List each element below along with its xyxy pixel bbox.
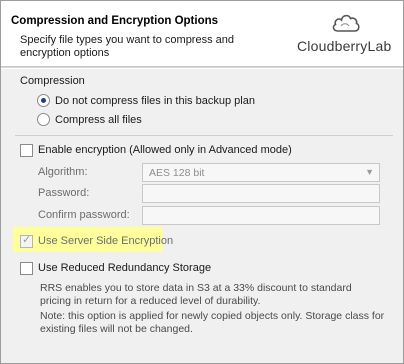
compress-all-radio[interactable] <box>37 113 50 126</box>
dialog-header: Compression and Encryption Options Speci… <box>1 1 403 67</box>
chevron-down-icon: ▼ <box>365 167 374 177</box>
checkmark-icon: ✓ <box>22 234 32 246</box>
enable-encryption-checkbox[interactable] <box>20 144 33 157</box>
algorithm-label: Algorithm: <box>38 166 88 178</box>
compress-all-label[interactable]: Compress all files <box>55 114 142 126</box>
algorithm-value: AES 128 bit <box>149 167 205 179</box>
enable-encryption-label[interactable]: Enable encryption (Allowed only in Advan… <box>38 144 292 156</box>
no-compress-radio[interactable] <box>37 94 50 107</box>
options-panel: Compression Do not compress files in thi… <box>1 69 403 363</box>
password-label: Password: <box>38 187 90 199</box>
compression-encryption-dialog: Compression and Encryption Options Speci… <box>0 0 404 364</box>
rrs-info-text: RRS enables you to store data in S3 at a… <box>40 282 352 307</box>
logo-text: CloudberryLab <box>297 38 392 54</box>
confirm-password-label: Confirm password: <box>38 209 130 221</box>
algorithm-select[interactable]: AES 128 bit ▼ <box>142 163 380 182</box>
password-field[interactable] <box>142 184 380 203</box>
compression-section-label: Compression <box>20 75 85 87</box>
no-compress-label[interactable]: Do not compress files in this backup pla… <box>55 95 255 107</box>
section-separator <box>15 135 393 136</box>
page-description: Specify file types you want to compress … <box>20 34 234 59</box>
rrs-note-text: Note: this option is applied for newly c… <box>40 310 385 335</box>
sse-label[interactable]: Use Server Side Encryption <box>38 235 173 247</box>
sse-checkbox[interactable]: ✓ <box>20 234 33 248</box>
radio-selected-dot <box>41 98 46 103</box>
cloudberry-logo: CloudberryLab <box>297 11 397 61</box>
cloud-icon <box>332 14 360 32</box>
page-title: Compression and Encryption Options <box>11 15 219 27</box>
rrs-checkbox[interactable] <box>20 262 33 275</box>
rrs-label[interactable]: Use Reduced Redundancy Storage <box>38 262 211 274</box>
confirm-password-field[interactable] <box>142 206 380 225</box>
